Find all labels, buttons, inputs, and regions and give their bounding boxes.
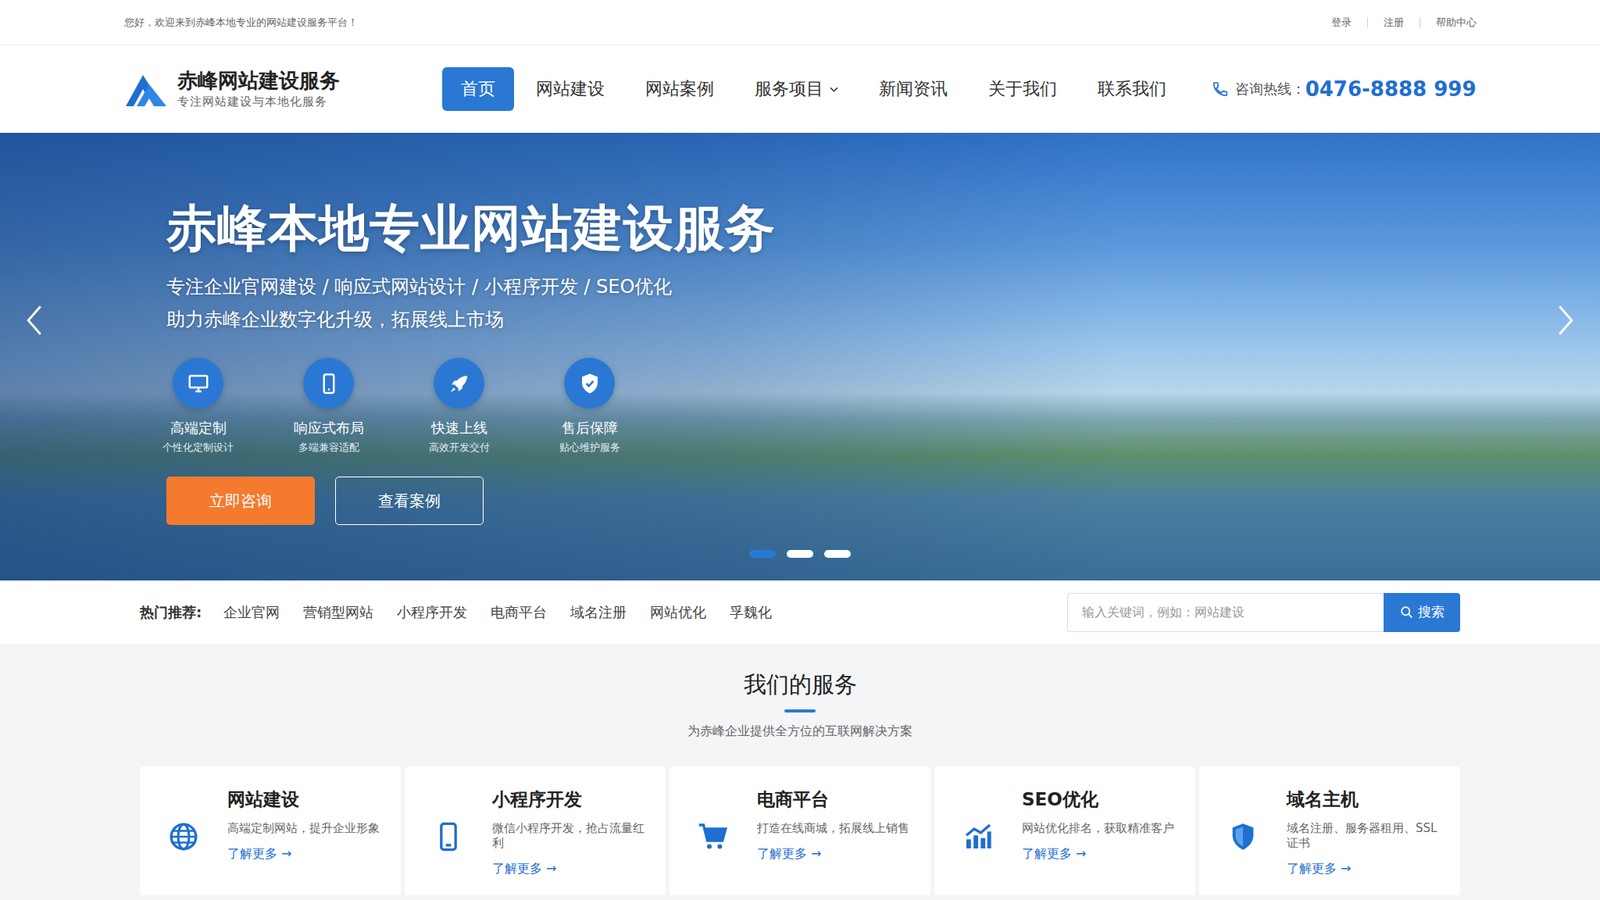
feature-desc: 多端兼容适配 — [298, 440, 360, 455]
monitor-icon — [186, 371, 211, 396]
card-title: 小程序开发 — [492, 788, 650, 812]
feature-title: 高端定制 — [170, 417, 227, 438]
prev-slide-button[interactable] — [25, 304, 44, 336]
slide-dots — [0, 550, 1600, 558]
cases-button[interactable]: 查看案例 — [335, 476, 484, 525]
hot-label: 热门推荐: — [139, 603, 202, 622]
feature-item: 快速上线高效开发交付 — [393, 357, 525, 455]
learn-more-link[interactable]: 了解更多 → — [227, 846, 380, 863]
hot-item[interactable]: 营销型网站 — [303, 603, 374, 622]
slide-dot[interactable] — [786, 550, 814, 558]
top-link[interactable]: 注册 — [1367, 17, 1420, 29]
chevron-down-icon — [829, 86, 839, 93]
search-button[interactable]: 搜索 — [1383, 592, 1461, 633]
chevron-right-icon — [1556, 304, 1575, 336]
feature-title: 响应式布局 — [293, 417, 365, 438]
card-desc: 域名注册、服务器租用、SSL证书 — [1286, 821, 1445, 852]
banner-title: 赤峰本地专业网站建设服务 — [166, 196, 1600, 260]
title-underline — [784, 709, 816, 713]
phone-icon — [1211, 80, 1229, 98]
mobile-icon — [317, 371, 341, 396]
hot-item[interactable]: 孚魏化 — [729, 603, 772, 622]
service-card[interactable]: 域名主机域名注册、服务器租用、SSL证书了解更多 → — [1199, 766, 1461, 896]
hotline-number: 0476-8888 999 — [1305, 77, 1477, 101]
search-input[interactable] — [1067, 592, 1384, 633]
nav-item[interactable]: 首页 — [442, 67, 515, 111]
shield-icon — [1227, 821, 1259, 853]
hot-item[interactable]: 网站优化 — [650, 603, 707, 622]
globe-icon — [167, 821, 200, 853]
page: 您好，欢迎来到赤峰本地专业的网站建设服务平台！登录注册帮助中心赤峰网站建设服务专… — [0, 0, 1600, 900]
service-card[interactable]: 电商平台打造在线商城，拓展线上销售了解更多 → — [669, 766, 931, 896]
feature-item: 高端定制个性化定制设计 — [132, 357, 264, 455]
main-nav: 首页网站建设网站案例服务项目新闻资讯关于我们联系我们 — [442, 67, 1186, 111]
nav-item[interactable]: 网站建设 — [517, 67, 624, 111]
shield-icon — [578, 371, 602, 396]
cart-icon — [697, 821, 729, 853]
nav-item[interactable]: 关于我们 — [969, 67, 1076, 111]
learn-more-link[interactable]: 了解更多 → — [1021, 846, 1175, 863]
section-subtitle: 为赤峰企业提供全方位的互联网解决方案 — [687, 723, 913, 740]
slide-dot[interactable] — [824, 550, 851, 558]
services-section: 我们的服务为赤峰企业提供全方位的互联网解决方案网站建设高端定制网站，提升企业形象… — [0, 643, 1600, 900]
feature-item: 响应式布局多端兼容适配 — [263, 357, 394, 455]
header: 赤峰网站建设服务专注网站建设与本地化服务 首页网站建设网站案例服务项目新闻资讯关于… — [0, 45, 1600, 133]
welcome-text: 您好，欢迎来到赤峰本地专业的网站建设服务平台！ — [124, 15, 358, 30]
feature-desc: 贴心维护服务 — [559, 440, 621, 455]
learn-more-link[interactable]: 了解更多 → — [757, 846, 910, 863]
card-title: SEO优化 — [1021, 788, 1175, 812]
hotline[interactable]: 咨询热线：0476-8888 999 — [1211, 77, 1477, 101]
card-title: 域名主机 — [1286, 788, 1445, 812]
feature-title: 快速上线 — [431, 417, 488, 438]
hot-item[interactable]: 企业官网 — [223, 603, 280, 622]
nav-item[interactable]: 服务项目 — [735, 67, 858, 111]
learn-more-link[interactable]: 了解更多 → — [1286, 860, 1445, 878]
feature-desc: 高效开发交付 — [428, 440, 490, 455]
hot-item[interactable]: 域名注册 — [570, 603, 627, 622]
feature-desc: 个性化定制设计 — [162, 440, 234, 455]
logo-mountain-icon — [124, 70, 168, 108]
banner-subtitle: 专注企业官网建设 / 响应式网站设计 / 小程序开发 / SEO优化 — [166, 270, 1600, 304]
banner: 赤峰本地专业网站建设服务专注企业官网建设 / 响应式网站设计 / 小程序开发 /… — [0, 132, 1600, 581]
feature-item: 售后保障贴心维护服务 — [524, 357, 655, 455]
next-slide-button[interactable] — [1556, 304, 1575, 336]
card-title: 电商平台 — [757, 788, 910, 812]
service-card[interactable]: SEO优化网站优化排名，获取精准客户了解更多 → — [934, 766, 1196, 896]
card-desc: 高端定制网站，提升企业形象 — [227, 821, 380, 837]
brand-slogan: 专注网站建设与本地化服务 — [177, 93, 340, 111]
top-link[interactable]: 帮助中心 — [1419, 17, 1477, 29]
rocket-icon — [447, 371, 472, 396]
nav-item[interactable]: 新闻资讯 — [860, 67, 967, 111]
brand[interactable]: 赤峰网站建设服务专注网站建设与本地化服务 — [124, 67, 351, 111]
top-link[interactable]: 登录 — [1315, 17, 1368, 29]
chart-icon — [962, 821, 994, 853]
hotline-label: 咨询热线： — [1235, 79, 1306, 99]
card-desc: 打造在线商城，拓展线上销售 — [757, 821, 910, 837]
hot-item[interactable]: 电商平台 — [490, 603, 547, 622]
section-title: 我们的服务 — [743, 670, 858, 700]
top-links: 登录注册帮助中心 — [1315, 17, 1477, 29]
top-bar: 您好，欢迎来到赤峰本地专业的网站建设服务平台！ 登录注册帮助中心 — [0, 0, 1600, 46]
mobile-icon — [432, 821, 465, 853]
search-icon — [1400, 605, 1414, 619]
chevron-left-icon — [25, 304, 44, 336]
card-title: 网站建设 — [227, 788, 380, 812]
slide-dot[interactable] — [749, 550, 776, 558]
search-box: 搜索 — [1067, 592, 1461, 633]
feature-title: 售后保障 — [561, 417, 618, 438]
brand-name: 赤峰网站建设服务 — [177, 67, 340, 94]
hot-item[interactable]: 小程序开发 — [396, 603, 468, 622]
banner-subtitle: 助力赤峰企业数字化升级，拓展线上市场 — [166, 303, 1600, 336]
feature-list: 高端定制个性化定制设计响应式布局多端兼容适配快速上线高效开发交付售后保障贴心维护… — [132, 357, 1600, 455]
learn-more-link[interactable]: 了解更多 → — [492, 860, 650, 878]
card-desc: 网站优化排名，获取精准客户 — [1021, 821, 1175, 837]
nav-item[interactable]: 网站案例 — [626, 67, 733, 111]
nav-item[interactable]: 联系我们 — [1078, 67, 1186, 111]
consult-button[interactable]: 立即咨询 — [166, 476, 315, 525]
service-card[interactable]: 小程序开发微信小程序开发，抢占流量红利了解更多 → — [404, 766, 666, 896]
card-desc: 微信小程序开发，抢占流量红利 — [492, 821, 650, 852]
hot-search-bar: 热门推荐: 企业官网 营销型网站 小程序开发 电商平台 域名注册 网站优化 孚魏化 搜索 — [0, 580, 1600, 644]
service-card[interactable]: 网站建设高端定制网站，提升企业形象了解更多 → — [139, 766, 401, 896]
